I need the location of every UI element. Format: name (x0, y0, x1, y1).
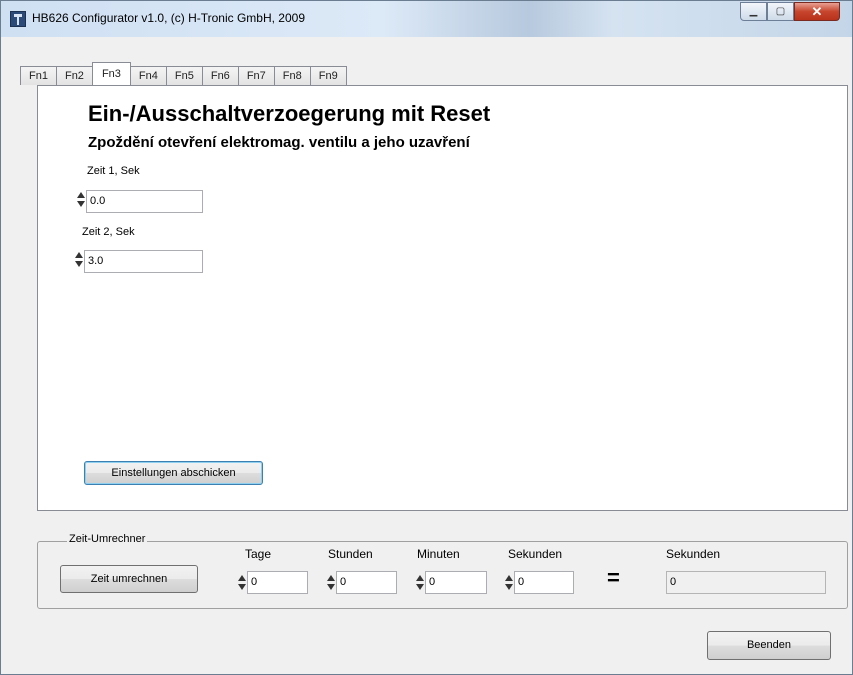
maximize-button[interactable]: ▢ (767, 2, 794, 21)
window-title: HB626 Configurator v1.0, (c) H-Tronic Gm… (32, 11, 305, 25)
stunden-input[interactable]: 0 (336, 571, 397, 594)
tage-label: Tage (245, 547, 272, 561)
minuten-spinner-icon[interactable] (416, 573, 424, 593)
convert-time-button[interactable]: Zeit umrechnen (60, 565, 198, 593)
tab-fn6[interactable]: Fn6 (201, 66, 239, 85)
app-window: HB626 Configurator v1.0, (c) H-Tronic Gm… (0, 0, 853, 675)
stunden-label: Stunden (328, 547, 373, 561)
result-seconds-field: 0 (666, 571, 826, 594)
tab-fn5[interactable]: Fn5 (165, 66, 203, 85)
title-bar[interactable]: HB626 Configurator v1.0, (c) H-Tronic Gm… (1, 1, 852, 37)
zeit2-input[interactable]: 3.0 (84, 250, 203, 273)
window-controls: ▁ ▢ ✕ (740, 2, 840, 22)
exit-button[interactable]: Beenden (707, 631, 831, 660)
equals-sign: = (607, 565, 620, 590)
minimize-button[interactable]: ▁ (740, 2, 767, 21)
sekunden-spinner-icon[interactable] (505, 573, 513, 593)
tage-input[interactable]: 0 (247, 571, 308, 594)
tab-fn2[interactable]: Fn2 (55, 66, 93, 85)
sekunden-input[interactable]: 0 (514, 571, 574, 594)
stunden-spinner-icon[interactable] (327, 573, 335, 593)
tab-fn7[interactable]: Fn7 (237, 66, 275, 85)
time-converter-legend: Zeit-Umrechner (67, 533, 148, 545)
sekunden-label: Sekunden (508, 547, 563, 561)
minimize-icon: ▁ (749, 6, 758, 17)
minuten-input[interactable]: 0 (425, 571, 487, 594)
submit-settings-button[interactable]: Einstellungen abschicken (84, 461, 263, 485)
close-icon: ✕ (811, 4, 823, 19)
tab-fn8[interactable]: Fn8 (273, 66, 311, 85)
zeit1-input[interactable]: 0.0 (86, 190, 203, 213)
zeit1-label: Zeit 1, Sek (87, 165, 140, 177)
tab-fn3[interactable]: Fn3 (91, 62, 131, 85)
app-icon (10, 11, 26, 27)
function-tabs: Fn1 Fn2 Fn3 Fn4 Fn5 Fn6 Fn7 Fn8 Fn9 (20, 62, 347, 85)
result-seconds-label: Sekunden (666, 547, 721, 561)
tab-fn1[interactable]: Fn1 (20, 66, 57, 85)
page-title: Ein-/Ausschaltverzoegerung mit Reset (88, 101, 491, 126)
close-button[interactable]: ✕ (794, 2, 840, 21)
zeit2-spinner-icon[interactable] (75, 250, 83, 270)
zeit2-label: Zeit 2, Sek (82, 226, 135, 238)
page-subtitle: Zpoždění otevření elektromag. ventilu a … (88, 134, 470, 151)
tab-fn4[interactable]: Fn4 (129, 66, 167, 85)
maximize-icon: ▢ (775, 6, 786, 17)
tage-spinner-icon[interactable] (238, 573, 246, 593)
tab-fn9[interactable]: Fn9 (309, 66, 347, 85)
minuten-label: Minuten (417, 547, 460, 561)
zeit1-spinner-icon[interactable] (77, 190, 85, 210)
